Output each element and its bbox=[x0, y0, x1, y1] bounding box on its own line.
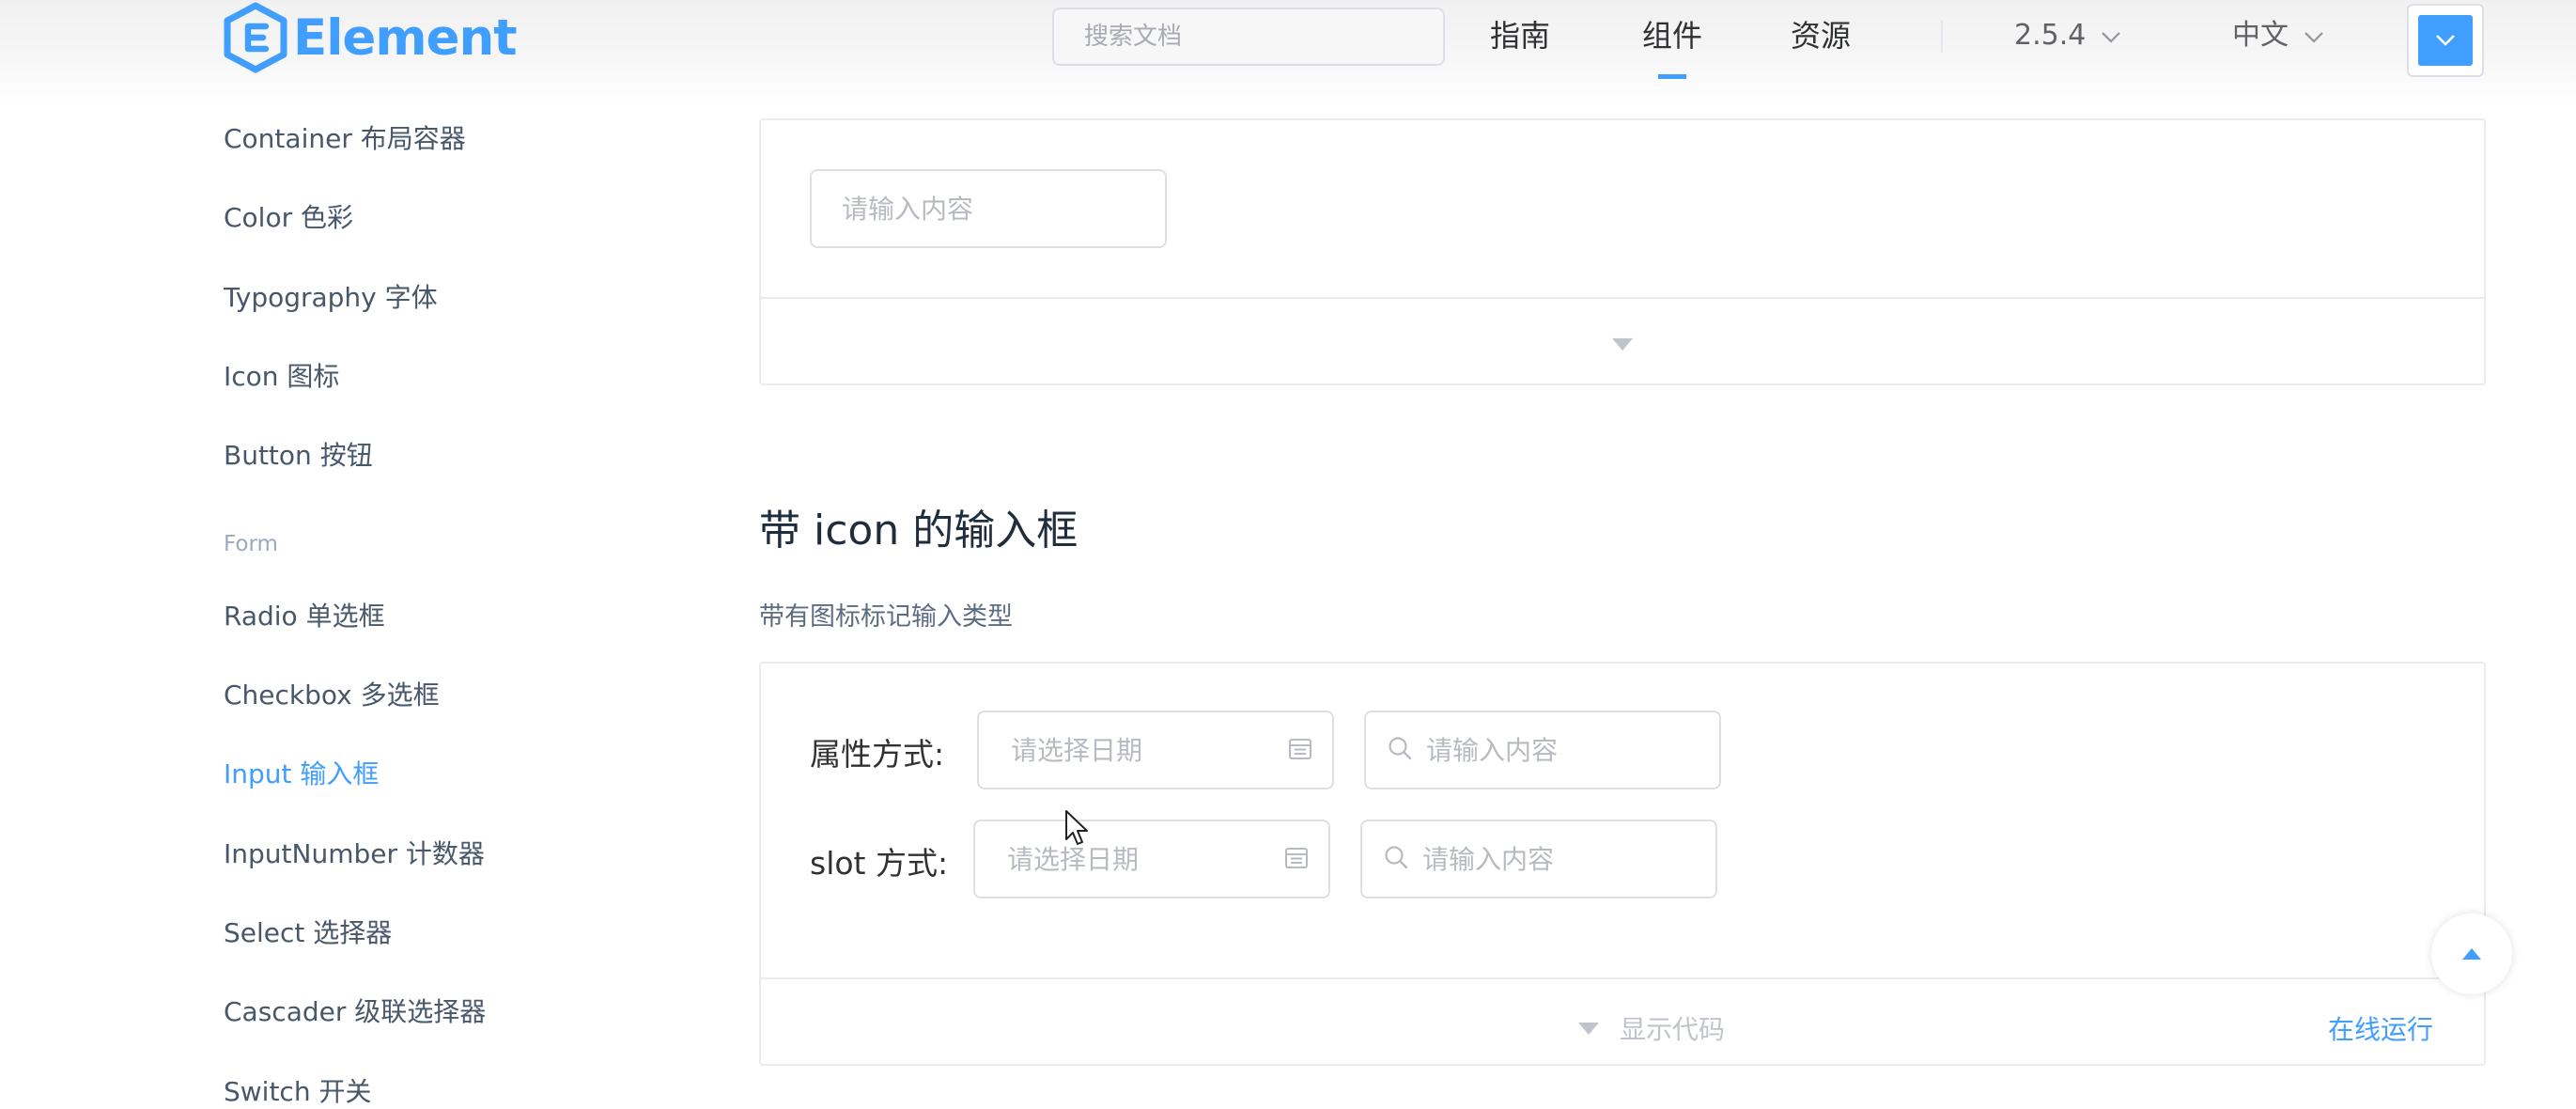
demo-divider bbox=[761, 977, 2484, 979]
sidebar-group-form: Form bbox=[224, 532, 278, 556]
sidebar-item-cascader[interactable]: Cascader 级联选择器 bbox=[224, 992, 486, 1029]
date-input-attribute[interactable] bbox=[977, 711, 1334, 789]
date-input-wrapper bbox=[973, 820, 1330, 898]
basic-input[interactable] bbox=[810, 169, 1167, 248]
chevron-down-icon bbox=[2304, 13, 2324, 58]
language-dropdown[interactable]: 中文 bbox=[2232, 13, 2324, 58]
caret-down-icon bbox=[1578, 1022, 1599, 1035]
show-code-label: 显示代码 bbox=[1620, 1014, 1726, 1045]
sidebar-item-radio[interactable]: Radio 单选框 bbox=[224, 596, 385, 633]
run-online-link[interactable]: 在线运行 bbox=[2328, 1009, 2433, 1047]
sidebar-item-select[interactable]: Select 选择器 bbox=[224, 913, 392, 950]
search-prefix-input-slot[interactable] bbox=[1360, 820, 1717, 898]
calendar-icon bbox=[1287, 735, 1313, 765]
show-code-button[interactable]: 显示代码 bbox=[1578, 1009, 1725, 1047]
demo-block-icon-input: 属性方式: slot 方式: 显示代码 在线运行 bbox=[759, 662, 2486, 1066]
date-input-slot[interactable] bbox=[973, 820, 1330, 898]
sidebar-item-input[interactable]: Input 输入框 bbox=[224, 754, 379, 791]
expand-code-icon[interactable] bbox=[1612, 338, 1633, 351]
theme-color-swatch bbox=[2418, 15, 2473, 66]
sidebar-item-color[interactable]: Color 色彩 bbox=[224, 197, 353, 235]
date-input-wrapper bbox=[977, 711, 1334, 789]
chevron-down-icon bbox=[2101, 13, 2121, 58]
nav-component[interactable]: 组件 bbox=[1642, 13, 1702, 58]
version-label: 2.5.4 bbox=[2014, 19, 2087, 52]
sidebar-item-checkbox[interactable]: Checkbox 多选框 bbox=[224, 675, 440, 712]
version-dropdown[interactable]: 2.5.4 bbox=[2014, 13, 2121, 58]
sidebar-item-inputnumber[interactable]: InputNumber 计数器 bbox=[224, 834, 485, 871]
chevron-down-icon bbox=[2436, 35, 2455, 46]
element-logo-icon bbox=[224, 2, 287, 73]
nav-guide[interactable]: 指南 bbox=[1490, 13, 1550, 58]
search-icon bbox=[1383, 844, 1409, 874]
search-prefix-input-attribute[interactable] bbox=[1364, 711, 1721, 789]
nav-separator bbox=[1941, 21, 1943, 53]
sidebar: Container 布局容器 Color 色彩 Typography 字体 Ic… bbox=[0, 103, 714, 1107]
logo[interactable]: Element bbox=[222, 2, 518, 73]
nav-resource[interactable]: 资源 bbox=[1791, 13, 1851, 58]
calendar-icon bbox=[1283, 844, 1310, 874]
mouse-cursor-icon bbox=[1063, 808, 1092, 851]
sidebar-item-container[interactable]: Container 布局容器 bbox=[224, 118, 466, 156]
search-input[interactable] bbox=[1052, 8, 1445, 66]
row-label-attribute: 属性方式: bbox=[810, 736, 945, 773]
header: Element 指南 组件 资源 2.5.4 中文 bbox=[0, 0, 2576, 103]
section-description: 带有图标标记输入类型 bbox=[759, 602, 1013, 632]
logo-text: Element bbox=[293, 8, 518, 67]
theme-picker-button[interactable] bbox=[2407, 4, 2484, 77]
sidebar-item-icon[interactable]: Icon 图标 bbox=[224, 356, 339, 394]
demo-block-basic bbox=[759, 118, 2486, 385]
section-title: 带 icon 的输入框 bbox=[759, 507, 1079, 554]
demo-divider bbox=[761, 297, 2484, 299]
sidebar-item-button[interactable]: Button 按钮 bbox=[224, 435, 373, 473]
search-icon bbox=[1387, 735, 1413, 765]
language-label: 中文 bbox=[2232, 19, 2289, 52]
sidebar-item-switch[interactable]: Switch 开关 bbox=[224, 1071, 371, 1109]
row-label-slot: slot 方式: bbox=[810, 845, 949, 882]
sidebar-item-typography[interactable]: Typography 字体 bbox=[224, 277, 438, 315]
search-input-wrapper bbox=[1360, 820, 1717, 898]
back-to-top-button[interactable] bbox=[2431, 914, 2512, 994]
search-input-wrapper bbox=[1364, 711, 1721, 789]
caret-up-icon bbox=[2462, 948, 2481, 960]
